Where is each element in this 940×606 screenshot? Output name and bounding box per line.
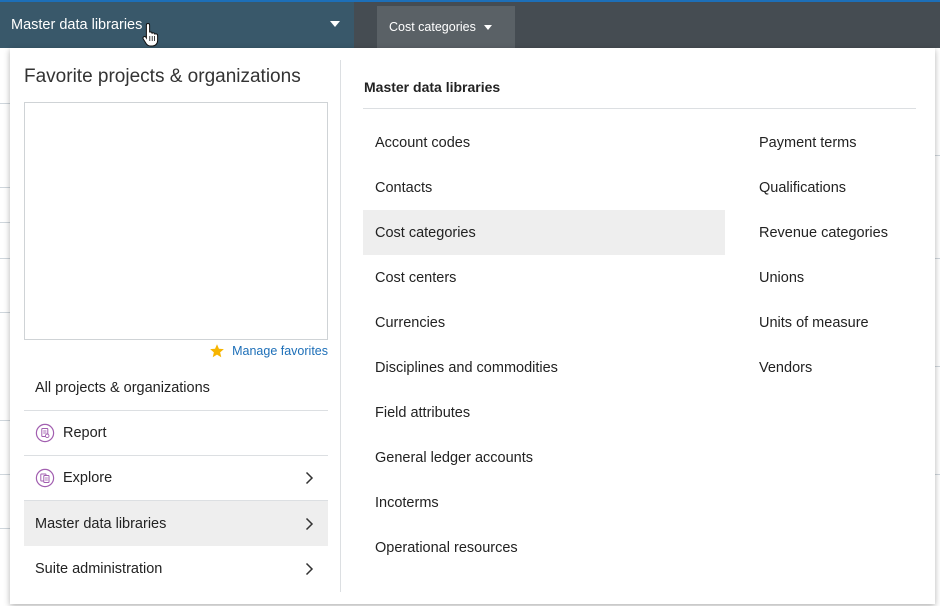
chevron-right-icon [305, 471, 314, 485]
module-selector-label: Master data libraries [11, 17, 143, 33]
library-item[interactable]: Units of measure [747, 300, 917, 345]
top-navigation-bar: Master data libraries Cost categories [0, 0, 940, 48]
section-divider [363, 108, 916, 109]
library-item[interactable]: Cost centers [363, 255, 725, 300]
library-item-selected[interactable]: Cost categories [363, 210, 725, 255]
menu-item-suite-administration[interactable]: Suite administration [24, 546, 328, 591]
library-item[interactable]: Unions [747, 255, 917, 300]
menu-item-label: All projects & organizations [35, 380, 210, 396]
star-icon [210, 344, 224, 358]
column-divider [340, 60, 341, 592]
library-item[interactable]: Payment terms [747, 120, 917, 165]
report-icon [35, 423, 55, 443]
background-line [0, 474, 10, 475]
menu-item-report[interactable]: Report [24, 411, 328, 456]
menu-item-explore[interactable]: Explore [24, 456, 328, 501]
tab-cost-categories[interactable]: Cost categories [377, 6, 515, 48]
library-item[interactable]: Contacts [363, 165, 725, 210]
caret-down-icon [483, 24, 492, 30]
manage-favorites-label: Manage favorites [232, 344, 328, 358]
library-item[interactable]: Currencies [363, 300, 725, 345]
background-line [0, 187, 10, 188]
library-item[interactable]: Incoterms [363, 480, 725, 525]
caret-down-icon [330, 21, 340, 27]
library-item[interactable]: General ledger accounts [363, 435, 725, 480]
libraries-title: Master data libraries [364, 79, 501, 95]
hand-cursor-icon [142, 22, 159, 47]
library-item[interactable]: Revenue categories [747, 210, 917, 255]
library-item[interactable]: Qualifications [747, 165, 917, 210]
background-line [0, 222, 10, 223]
tab-label: Cost categories [389, 20, 476, 34]
library-item[interactable]: Account codes [363, 120, 725, 165]
menu-item-label: Explore [63, 470, 113, 486]
navigation-dropdown-panel: Favorite projects & organizations Manage… [10, 48, 935, 604]
chevron-right-icon [305, 517, 314, 530]
library-item[interactable]: Field attributes [363, 390, 725, 435]
library-item[interactable]: Vendors [747, 345, 917, 390]
left-menu: All projects & organizations Report Expl… [24, 366, 328, 591]
libraries-column-2: Payment terms Qualifications Revenue cat… [747, 120, 917, 390]
left-column: Favorite projects & organizations Manage… [10, 48, 340, 604]
background-line [0, 258, 10, 259]
background-line [0, 312, 10, 313]
menu-item-master-data-libraries[interactable]: Master data libraries [24, 501, 328, 546]
manage-favorites-link[interactable]: Manage favorites [209, 343, 328, 359]
menu-item-label: Master data libraries [35, 515, 167, 532]
module-selector[interactable]: Master data libraries [0, 2, 354, 48]
menu-item-label: Suite administration [35, 560, 163, 577]
background-line [0, 420, 10, 421]
library-item[interactable]: Operational resources [363, 525, 725, 570]
background-line [0, 528, 10, 529]
favorites-title: Favorite projects & organizations [24, 66, 301, 87]
favorites-list [24, 102, 328, 340]
libraries-section: Master data libraries Account codes Cont… [363, 48, 923, 604]
menu-item-label: Report [63, 425, 107, 441]
background-line [0, 103, 10, 104]
chevron-right-icon [305, 562, 314, 575]
explore-icon [35, 468, 55, 488]
library-item[interactable]: Disciplines and commodities [363, 345, 725, 390]
libraries-column-1: Account codes Contacts Cost categories C… [363, 120, 725, 570]
menu-item-all-projects[interactable]: All projects & organizations [24, 366, 328, 411]
